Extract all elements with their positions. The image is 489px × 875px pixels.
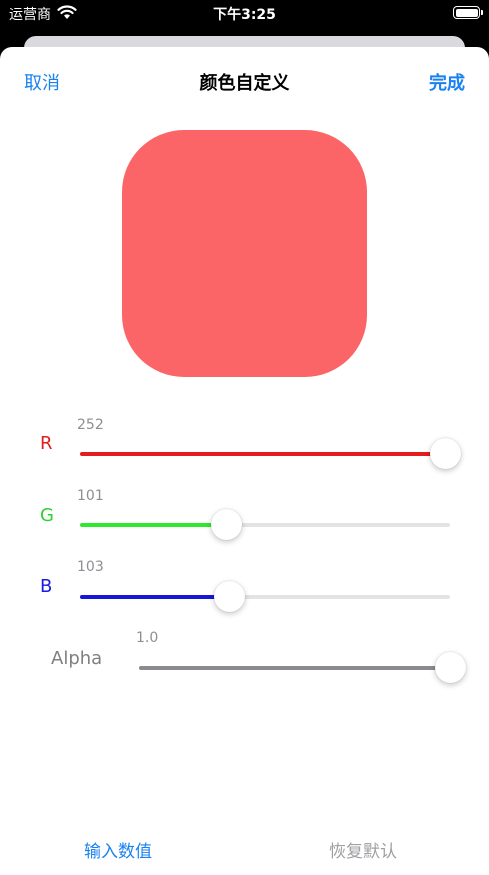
status-bar: 运营商 下午3:25 [0, 0, 489, 26]
nav-bar: 取消 颜色自定义 完成 [0, 47, 489, 117]
alpha-slider-thumb[interactable] [434, 652, 466, 683]
color-custom-sheet: 取消 颜色自定义 完成 R 252 G 101 B 103 Alpha 1.0 [0, 47, 489, 875]
red-slider-fill [80, 452, 446, 456]
alpha-channel-label: Alpha [51, 648, 103, 669]
red-value-label: 252 [77, 417, 104, 433]
bottom-actions: 输入数值 恢复默认 [0, 837, 489, 867]
slider-row-green: G 101 [0, 484, 489, 544]
red-slider-thumb[interactable] [430, 438, 462, 469]
input-values-button[interactable]: 输入数值 [84, 837, 152, 862]
done-button[interactable]: 完成 [429, 69, 465, 95]
blue-slider-fill [80, 595, 230, 599]
green-slider-fill [80, 523, 227, 527]
green-value-label: 101 [77, 488, 104, 504]
blue-slider-track[interactable] [80, 581, 450, 612]
page-title: 颜色自定义 [199, 73, 290, 94]
color-preview-swatch [122, 130, 367, 377]
green-slider-thumb[interactable] [211, 509, 243, 540]
green-slider-track[interactable] [80, 509, 450, 540]
blue-channel-label: B [40, 576, 53, 597]
slider-row-red: R 252 [0, 412, 489, 472]
status-time: 下午3:25 [213, 7, 276, 23]
green-channel-label: G [40, 505, 54, 526]
battery-icon [453, 6, 483, 19]
alpha-slider-fill [139, 666, 450, 670]
slider-row-blue: B 103 [0, 556, 489, 616]
red-channel-label: R [40, 433, 53, 454]
red-slider-track[interactable] [80, 438, 462, 469]
alpha-slider-track[interactable] [139, 652, 466, 683]
blue-slider-thumb[interactable] [213, 581, 245, 612]
slider-row-alpha: Alpha 1.0 [0, 627, 489, 687]
alpha-value-label: 1.0 [136, 630, 159, 646]
restore-default-button[interactable]: 恢复默认 [329, 837, 397, 862]
blue-value-label: 103 [77, 559, 104, 575]
